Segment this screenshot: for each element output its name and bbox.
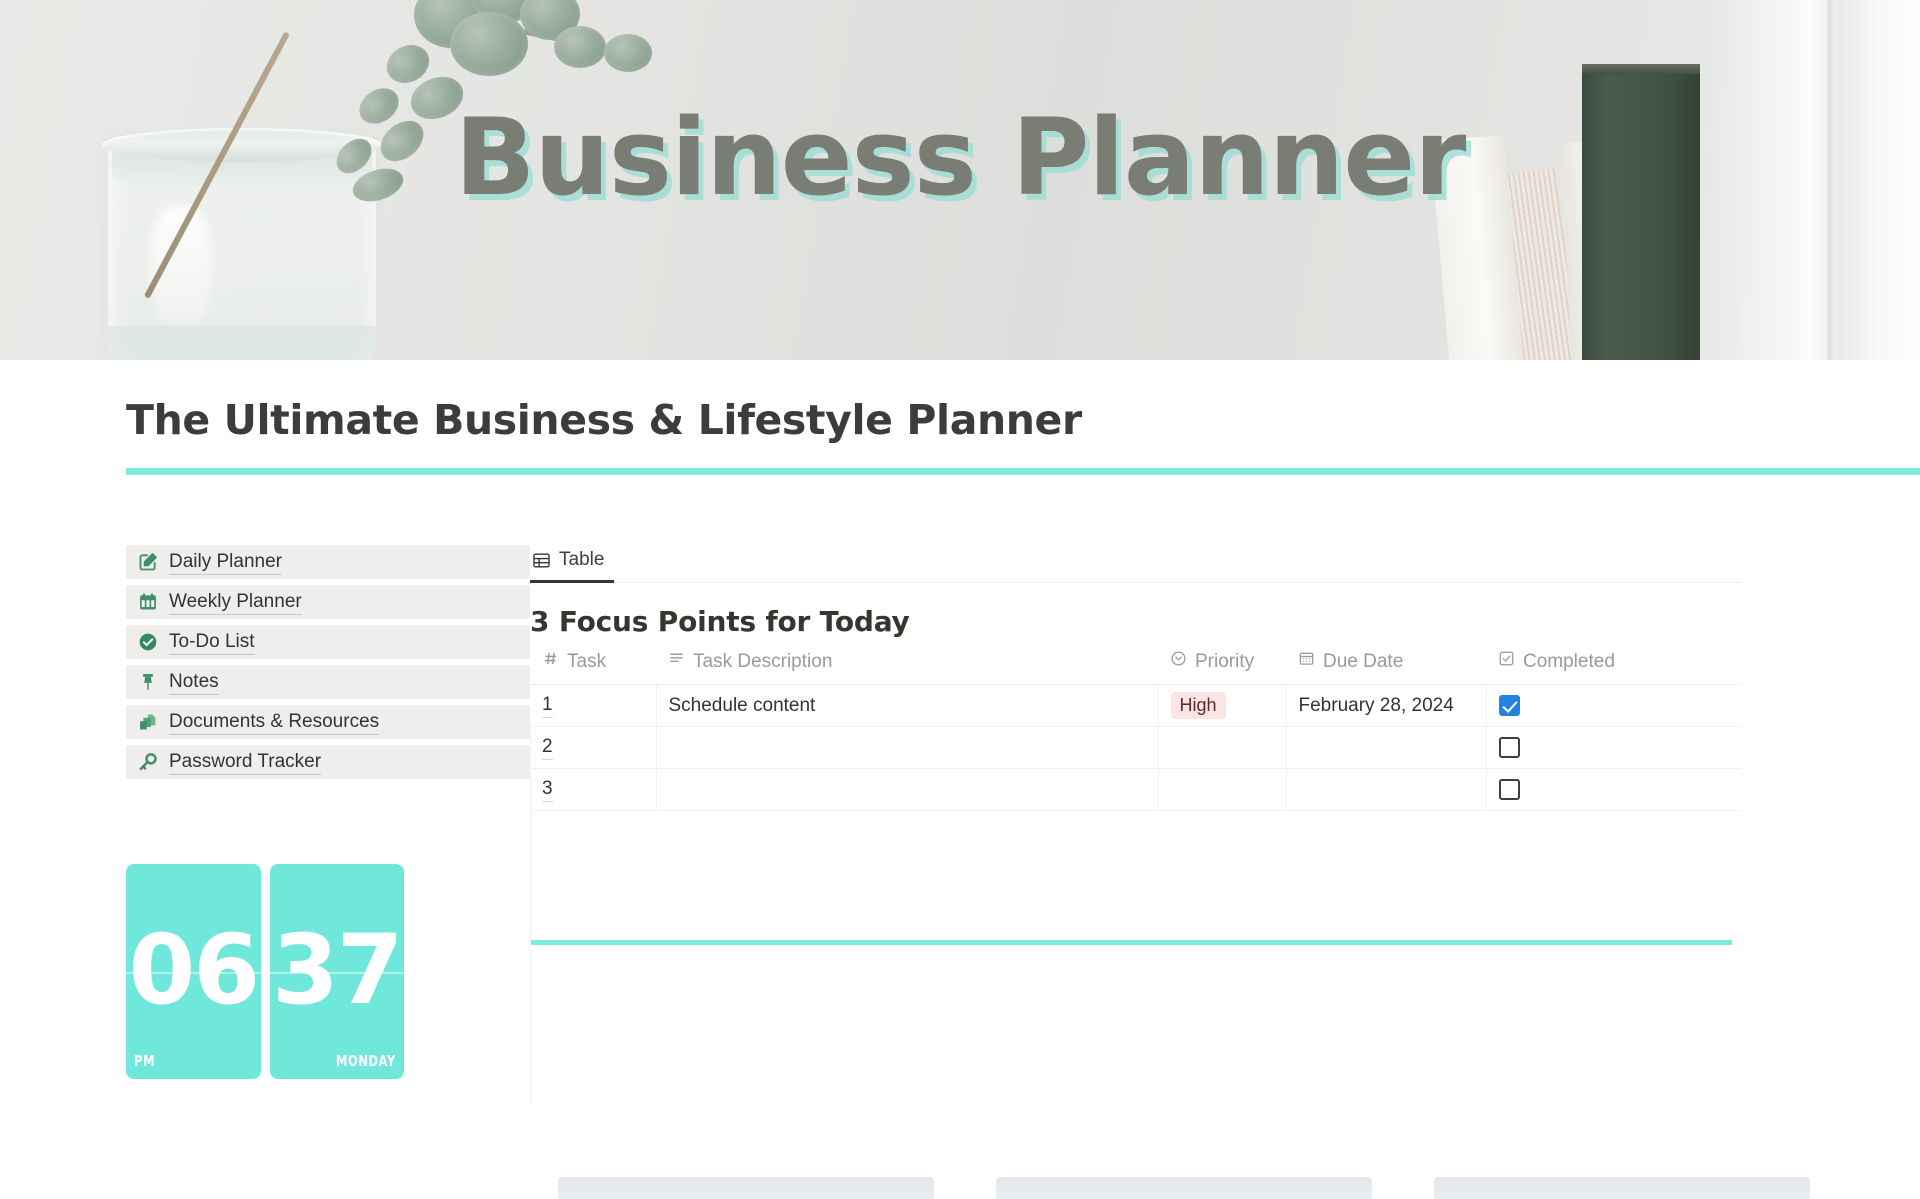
column-header-due-date[interactable]: Due Date (1286, 650, 1486, 685)
table-icon (532, 551, 551, 570)
flip-clock: 06 PM 37 MONDAY (126, 864, 404, 1079)
documents-icon (138, 712, 158, 732)
select-circle-icon (1170, 650, 1187, 673)
cell-task[interactable]: 1 (530, 684, 657, 727)
sidebar-column-divider (530, 724, 531, 1104)
sidebar-nav-list: Daily Planner Weekly Planner To-Do List … (126, 545, 530, 779)
page-title: The Ultimate Business & Lifestyle Planne… (126, 396, 1082, 444)
column-header-label: Priority (1195, 650, 1255, 672)
check-circle-icon (138, 632, 158, 652)
column-header-label: Task (567, 650, 607, 672)
main-column: Table 3 Focus Points for Today Task Task… (530, 545, 1920, 945)
section-divider (530, 940, 1732, 945)
sidebar: Daily Planner Weekly Planner To-Do List … (0, 545, 531, 1104)
status-badge: High (1170, 691, 1226, 720)
row-number: 2 (542, 735, 553, 760)
flip-clock-widget: 06 PM 37 MONDAY (126, 724, 531, 1104)
calendar-icon (138, 592, 158, 612)
cell-task-description[interactable]: Schedule content (656, 684, 1159, 727)
pushpin-icon (138, 672, 158, 692)
sidebar-item-label: Notes (169, 669, 219, 696)
cell-task-description[interactable] (656, 726, 1159, 769)
database-title: 3 Focus Points for Today (530, 605, 910, 638)
cell-due-date[interactable] (1286, 768, 1487, 811)
row-number: 3 (542, 777, 553, 802)
cell-priority[interactable]: High (1158, 684, 1287, 727)
title-divider (126, 468, 1920, 475)
completed-checkbox[interactable] (1498, 778, 1520, 800)
clock-hours: 06 (128, 913, 260, 1026)
column-header-label: Task Description (693, 650, 833, 672)
cell-due-date[interactable] (1286, 726, 1487, 769)
page-root: Business Planner The Ultimate Business &… (0, 0, 1920, 1199)
leaf (604, 34, 652, 72)
focus-points-table: Task Task Description Priority Due Date … (530, 650, 1741, 811)
table-header-row: Task Task Description Priority Due Date … (530, 650, 1741, 685)
pencil-square-icon (138, 552, 158, 572)
bottom-card[interactable] (1434, 1177, 1810, 1199)
database-view-tabs: Table (530, 545, 1741, 583)
bottom-card[interactable] (996, 1177, 1372, 1199)
leaf (554, 26, 606, 68)
sidebar-item-notes[interactable]: Notes (126, 665, 530, 699)
bottom-card-row (558, 1177, 1810, 1199)
column-header-priority[interactable]: Priority (1158, 650, 1286, 685)
calendar-small-icon (1298, 650, 1315, 673)
column-header-label: Due Date (1323, 650, 1404, 672)
column-header-completed[interactable]: Completed (1486, 650, 1741, 685)
cell-task[interactable]: 2 (530, 726, 657, 769)
row-number: 1 (542, 693, 553, 718)
sidebar-item-label: Documents & Resources (169, 709, 380, 736)
jar-water (108, 326, 376, 360)
sidebar-item-label: To-Do List (169, 629, 255, 656)
tab-label: Table (559, 549, 605, 570)
column-header-task[interactable]: Task (530, 650, 656, 685)
table-body: 1 Schedule content High February 28, 202… (530, 684, 1741, 811)
sidebar-item-label: Password Tracker (169, 749, 322, 776)
clock-meridiem: PM (134, 1052, 155, 1070)
hash-icon (542, 650, 559, 673)
sidebar-item-label: Weekly Planner (169, 589, 302, 616)
cell-task-description[interactable] (656, 768, 1159, 811)
completed-checkbox[interactable] (1498, 736, 1520, 758)
table-row[interactable]: 1 Schedule content High February 28, 202… (530, 684, 1741, 727)
leaf (450, 12, 528, 76)
column-header-task-description[interactable]: Task Description (656, 650, 1158, 685)
clock-card-split (126, 971, 261, 974)
sidebar-item-daily-planner[interactable]: Daily Planner (126, 545, 530, 579)
table-row[interactable]: 2 (530, 726, 1741, 769)
completed-checkbox[interactable] (1498, 694, 1520, 716)
bottom-card[interactable] (558, 1177, 934, 1199)
clock-card-split (269, 971, 404, 974)
key-icon (138, 752, 158, 772)
sidebar-item-password-tracker[interactable]: Password Tracker (126, 745, 530, 779)
table-row[interactable]: 3 (530, 768, 1741, 811)
banner-title: Business Planner (454, 96, 1467, 219)
sidebar-item-to-do-list[interactable]: To-Do List (126, 625, 530, 659)
sidebar-item-weekly-planner[interactable]: Weekly Planner (126, 585, 530, 619)
cell-completed[interactable] (1486, 768, 1741, 811)
clock-weekday: MONDAY (336, 1052, 396, 1070)
cell-completed[interactable] (1486, 726, 1741, 769)
cell-priority[interactable] (1158, 726, 1287, 769)
tab-table[interactable]: Table (530, 545, 615, 583)
clock-hours-card: 06 PM (126, 864, 261, 1079)
sidebar-item-documents-resources[interactable]: Documents & Resources (126, 705, 530, 739)
column-header-label: Completed (1523, 650, 1615, 672)
sidebar-item-label: Daily Planner (169, 549, 282, 576)
cell-priority[interactable] (1158, 768, 1287, 811)
page-cover-banner: Business Planner (0, 0, 1920, 360)
text-lines-icon (668, 650, 685, 673)
clock-minutes: 37 (271, 913, 404, 1026)
cell-completed[interactable] (1486, 684, 1741, 727)
page-body: The Ultimate Business & Lifestyle Planne… (0, 360, 1920, 1104)
table-header: Task Task Description Priority Due Date … (530, 650, 1741, 685)
cell-task[interactable]: 3 (530, 768, 657, 811)
page-content: Daily Planner Weekly Planner To-Do List … (0, 475, 1920, 1104)
clock-minutes-card: 37 MONDAY (269, 864, 404, 1079)
checkbox-icon (1498, 650, 1515, 673)
cell-due-date[interactable]: February 28, 2024 (1286, 684, 1487, 727)
